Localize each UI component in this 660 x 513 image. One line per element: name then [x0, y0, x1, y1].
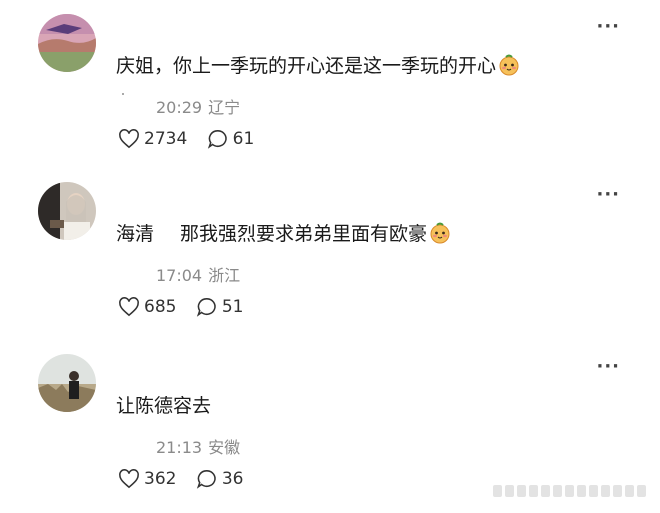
watermark — [493, 485, 646, 497]
comment-time: 20:29 — [156, 98, 203, 117]
reply-button[interactable]: 51 — [196, 297, 244, 317]
more-options-button[interactable]: ··· — [596, 18, 620, 36]
reply-button[interactable]: 36 — [196, 469, 244, 489]
comment-meta: 20:29 辽宁 — [156, 94, 240, 118]
like-count: 362 — [144, 469, 177, 489]
comment-meta: 21:13 安徽 — [156, 434, 240, 458]
avatar[interactable] — [38, 14, 96, 72]
reply-count: 61 — [232, 129, 255, 149]
comment-actions: 685 51 — [118, 297, 258, 322]
more-dots-icon: ··· — [596, 184, 620, 205]
reply-count: 36 — [221, 469, 244, 489]
heart-icon — [119, 469, 139, 489]
comment-actions: 362 36 — [118, 469, 258, 494]
peach-face-emoji-icon — [498, 54, 520, 83]
comment-location: 辽宁 — [208, 98, 241, 117]
avatar-image — [38, 14, 96, 72]
like-button[interactable]: 362 — [118, 469, 176, 489]
comment-time: 17:04 — [156, 266, 203, 285]
avatar-image — [38, 182, 96, 240]
comment-meta: 17:04 浙江 — [156, 262, 240, 286]
comment-text: 庆姐，你上一季玩的开心还是这一季玩的开心 — [116, 53, 520, 83]
like-button[interactable]: 685 — [118, 297, 176, 317]
more-dots-icon: ··· — [596, 16, 620, 37]
comment-text: 海清 那我强烈要求弟弟里面有欧豪 — [116, 221, 451, 251]
avatar-image — [38, 354, 96, 412]
avatar[interactable] — [38, 354, 96, 412]
avatar[interactable] — [38, 182, 96, 240]
comment-time: 21:13 — [156, 438, 203, 457]
like-button[interactable]: 2734 — [118, 129, 187, 149]
comment-location: 安徽 — [208, 438, 241, 457]
divider-dot — [122, 93, 124, 95]
comment-location: 浙江 — [208, 266, 241, 285]
heart-icon — [119, 129, 139, 149]
comment-bubble-icon — [196, 298, 216, 317]
comment-bubble-icon — [196, 470, 216, 489]
comment-text: 让陈德容去 — [116, 395, 212, 417]
peach-face-emoji-icon — [429, 222, 451, 251]
like-count: 685 — [144, 297, 177, 317]
more-dots-icon: ··· — [596, 356, 620, 377]
reply-count: 51 — [221, 297, 244, 317]
heart-icon — [119, 297, 139, 317]
comment-actions: 2734 61 — [118, 129, 268, 154]
author-name[interactable]: 海清 — [116, 223, 154, 245]
like-count: 2734 — [144, 129, 188, 149]
reply-button[interactable]: 61 — [207, 129, 255, 149]
more-options-button[interactable]: ··· — [596, 186, 620, 204]
more-options-button[interactable]: ··· — [596, 358, 620, 376]
comment-bubble-icon — [207, 130, 227, 149]
